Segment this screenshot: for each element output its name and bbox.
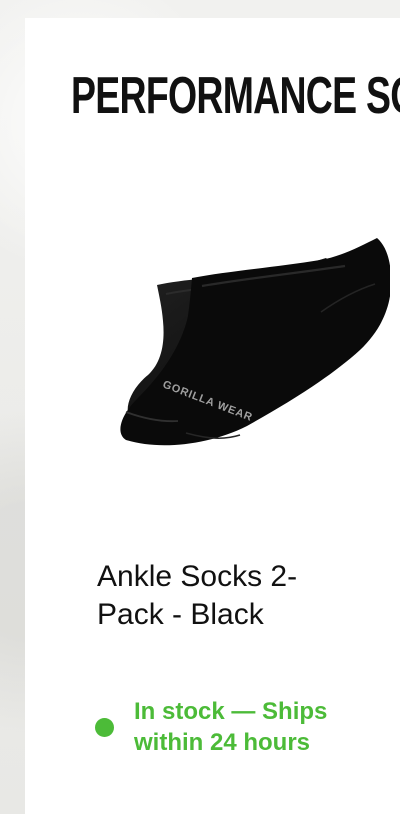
stock-status-text: In stock — Ships within 24 hours bbox=[134, 698, 328, 756]
stock-status-dot bbox=[95, 718, 114, 737]
product-card: PERFORMANCE SOCKS GORILLA WEAR bbox=[25, 18, 400, 814]
product-name[interactable]: Ankle Socks 2-Pack - Black bbox=[97, 558, 357, 634]
stock-status: In stock — Ships within 24 hours bbox=[95, 696, 375, 758]
section-title: PERFORMANCE SOCKS bbox=[71, 67, 400, 125]
product-image[interactable]: GORILLA WEAR bbox=[90, 228, 390, 458]
front-sock: GORILLA WEAR bbox=[120, 238, 390, 446]
